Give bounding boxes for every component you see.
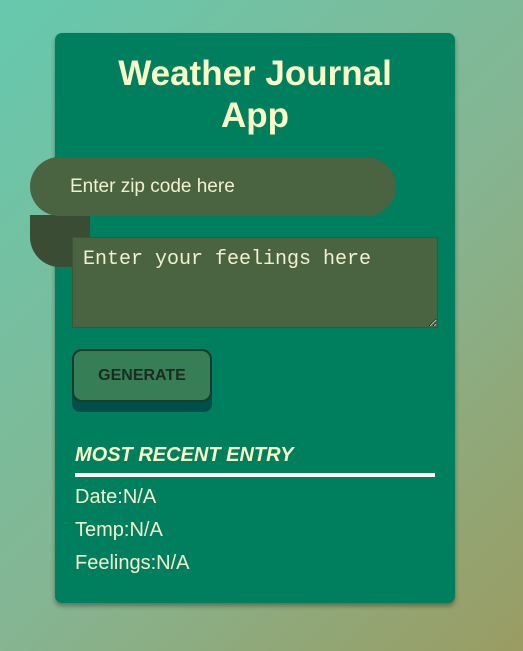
entry-date-value: N/A bbox=[122, 486, 157, 508]
entry-temp-value: N/A bbox=[129, 519, 163, 541]
app-title-line1: Weather Journal bbox=[118, 54, 392, 93]
zip-input[interactable] bbox=[30, 157, 396, 216]
app-title: Weather Journal App bbox=[55, 53, 455, 137]
entry-feelings-label: Feelings: bbox=[75, 552, 157, 574]
entry-temp: Temp:N/A bbox=[75, 518, 163, 542]
entry-heading: MOST RECENT ENTRY bbox=[75, 444, 294, 466]
entry-temp-label: Temp: bbox=[75, 519, 130, 541]
entry-divider bbox=[75, 473, 435, 477]
entry-feelings-value: N/A bbox=[156, 552, 190, 574]
entry-date: Date:N/A bbox=[75, 485, 156, 509]
entry-date-label: Date: bbox=[75, 486, 123, 508]
entry-feelings: Feelings:N/A bbox=[75, 551, 190, 575]
generate-button[interactable]: GENERATE bbox=[72, 349, 212, 402]
feelings-textarea[interactable] bbox=[72, 237, 438, 328]
app-title-line2: App bbox=[220, 96, 290, 135]
